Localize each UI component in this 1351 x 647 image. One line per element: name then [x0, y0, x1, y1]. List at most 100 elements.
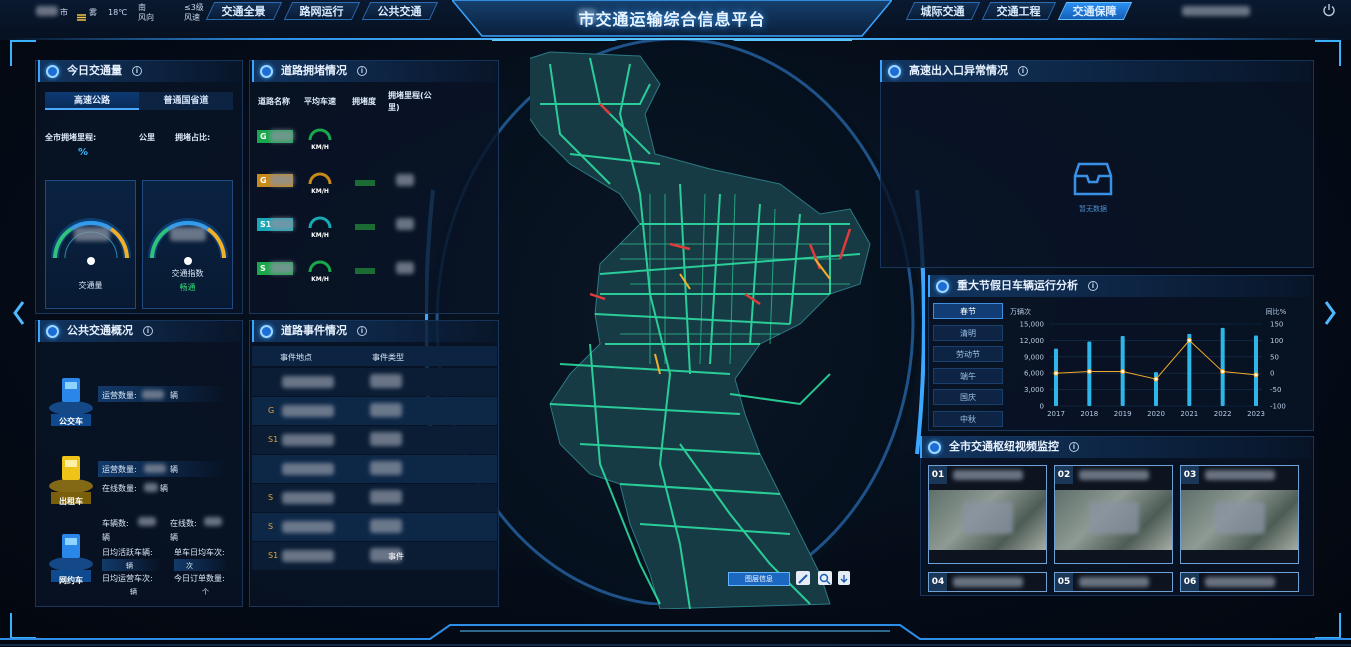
video-tile[interactable]: 04 [928, 572, 1047, 592]
info-icon[interactable]: i [143, 326, 153, 336]
video-number: 05 [1055, 573, 1073, 591]
power-icon[interactable] [1322, 2, 1336, 17]
right-tick-label: -100 [1270, 403, 1286, 411]
gauge-label-index: 交通指数 [171, 269, 204, 278]
nav-engineering[interactable]: 交通工程 [981, 2, 1057, 20]
frame-corner [10, 40, 36, 66]
video-tile[interactable]: 01 [928, 465, 1047, 564]
bus-operating-label: 运营数量: [102, 391, 137, 400]
right-tick-label: 100 [1270, 337, 1283, 345]
holiday-tab-3[interactable]: 端午 [933, 367, 1003, 384]
redacted-video-area [963, 502, 1013, 534]
video-tile[interactable]: 06 [1180, 572, 1299, 592]
rh-daily-orders-unit: 个 [202, 588, 209, 596]
collapse-right-icon[interactable] [1323, 298, 1337, 328]
speed-unit: KM/H [311, 144, 329, 151]
video-frame [929, 490, 1046, 550]
nav-traffic-support[interactable]: 交通保障 [1057, 2, 1133, 20]
road-events-title: 道路事件情况 i [252, 320, 497, 342]
redacted-location [282, 521, 334, 533]
video-number: 01 [929, 466, 947, 484]
rh-daily-trips-label: 日均运营车次: [102, 574, 153, 583]
video-tile[interactable]: 02 [1054, 465, 1173, 564]
holiday-tab-0[interactable]: 春节 [933, 303, 1003, 319]
col-event-location: 事件地点 [280, 353, 312, 362]
video-number: 06 [1181, 573, 1199, 591]
congestion-percent: % [78, 147, 89, 158]
congestion-ratio-label: 拥堵占比: [175, 133, 211, 142]
x-tick-label: 2018 [1080, 410, 1098, 418]
speed-gauge-icon [308, 128, 332, 141]
info-icon[interactable]: i [132, 66, 142, 76]
redacted-type [370, 461, 402, 475]
rh-online-label: 在线数: [170, 519, 197, 528]
taxi-online-unit: 辆 [160, 484, 168, 493]
taxi-operating-unit: 辆 [170, 465, 178, 474]
x-tick-label: 2020 [1147, 410, 1165, 418]
nav-road-network[interactable]: 路网运行 [283, 2, 361, 20]
info-icon[interactable]: i [357, 66, 367, 76]
nav-intercity[interactable]: 城际交通 [905, 2, 981, 20]
event-location: S [268, 522, 274, 531]
redacted-road-name [270, 218, 294, 230]
video-tile[interactable]: 05 [1054, 572, 1173, 592]
layer-info-button[interactable]: 图层信息 [728, 572, 790, 586]
zoom-tool-icon[interactable] [818, 571, 832, 585]
info-icon[interactable]: i [357, 326, 367, 336]
ride-hailing-label: 网约车 [59, 576, 83, 585]
right-tick-label: 50 [1270, 353, 1279, 361]
x-tick-label: 2022 [1214, 410, 1232, 418]
bus-operating-unit: 辆 [170, 391, 178, 400]
video-tile[interactable]: 03 [1180, 465, 1299, 564]
redacted-type [370, 490, 402, 504]
info-icon[interactable]: i [1069, 442, 1079, 452]
chart-bar [1254, 335, 1258, 406]
redacted-type [370, 432, 402, 446]
rh-per-vehicle-row [174, 559, 230, 571]
left-tick-label: 3,000 [1024, 386, 1044, 394]
info-icon[interactable]: i [1018, 66, 1028, 76]
holiday-analysis-title: 重大节假日车辆运行分析 i [928, 275, 1310, 297]
empty-text: 暂无数据 [1079, 205, 1107, 213]
tab-national-road[interactable]: 普通国省道 [139, 92, 233, 110]
holiday-tab-5[interactable]: 中秋 [933, 410, 1003, 427]
redacted-value [144, 464, 166, 473]
x-tick-label: 2021 [1180, 410, 1198, 418]
weather-temp: 18℃ [108, 8, 128, 17]
panel-bullet-icon [888, 64, 901, 78]
footer-frame [0, 624, 1351, 646]
export-tool-icon[interactable] [838, 571, 850, 585]
left-tick-label: 15,000 [1020, 321, 1045, 329]
redacted-user [1182, 6, 1250, 16]
redacted-video-name [953, 577, 1023, 587]
growth-point [1153, 376, 1159, 382]
speed-unit: KM/H [311, 232, 329, 239]
speed-unit: KM/H [311, 276, 329, 283]
redacted-gauge-value [170, 227, 206, 241]
dashboard: 市交通运输综合信息平台 市 雾 18℃ 南 风向 ≤3级 风速 交通全景 路网运… [0, 0, 1351, 647]
highway-exit-title: 高速出入口异常情况 i [880, 60, 1310, 82]
chart-bar [1054, 348, 1058, 406]
redacted-type [370, 519, 402, 533]
holiday-tab-4[interactable]: 国庆 [933, 389, 1003, 405]
tab-highway[interactable]: 高速公路 [45, 92, 139, 110]
redacted-video-area [1215, 502, 1265, 534]
left-tick-label: 12,000 [1020, 337, 1045, 345]
info-icon[interactable]: i [1088, 281, 1098, 291]
measure-tool-icon[interactable] [796, 571, 810, 585]
col-event-type: 事件类型 [372, 353, 404, 362]
collapse-left-icon[interactable] [12, 298, 26, 328]
nav-traffic-overview[interactable]: 交通全景 [205, 2, 283, 20]
rh-per-vehicle-label: 单车日均车次: [174, 548, 225, 557]
empty-box-icon [1073, 162, 1113, 196]
holiday-tab-2[interactable]: 劳动节 [933, 346, 1003, 362]
col-congestion-level: 拥堵度 [352, 97, 376, 106]
left-tick-label: 0 [1040, 403, 1044, 411]
chart-bar [1220, 327, 1225, 406]
nav-public-transport[interactable]: 公共交通 [361, 2, 439, 20]
holiday-tab-1[interactable]: 清明 [933, 324, 1003, 341]
wind-level-value: ≤3级 [184, 3, 204, 12]
city-road-map[interactable] [530, 44, 890, 609]
public-transport-title: 公共交通概况 i [38, 320, 241, 342]
redacted-gauge-value [74, 227, 110, 241]
